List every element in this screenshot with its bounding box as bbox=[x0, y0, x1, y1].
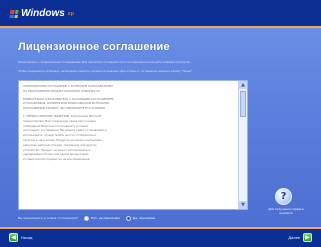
agreement-question: Вы принимаете условия соглашения? bbox=[18, 216, 78, 220]
back-arrow-icon[interactable]: ◀ bbox=[9, 233, 18, 242]
help-text: Для получения справки нажмите bbox=[268, 207, 304, 215]
page-description-2: Чтобы продолжить установку, необходимо п… bbox=[18, 70, 193, 73]
next-arrow-icon[interactable]: ▶ bbox=[303, 233, 312, 242]
brand-suffix: xp bbox=[67, 10, 74, 17]
bottom-bar bbox=[0, 229, 321, 247]
back-button[interactable]: ◀ Назад bbox=[9, 233, 33, 242]
help-icon[interactable]: ? bbox=[275, 188, 292, 205]
decline-radio[interactable]: Нет, не принимаю bbox=[83, 215, 120, 221]
scroll-up-arrow-icon[interactable]: ▲ bbox=[239, 81, 247, 89]
eula-line: Условия распространяются на все обновлен… bbox=[23, 157, 91, 162]
top-bar: Windows xp bbox=[0, 0, 321, 26]
windows-flag-icon bbox=[9, 9, 19, 18]
eula-scrollbar[interactable]: ▲ ▼ bbox=[238, 81, 247, 209]
windows-logo: Windows xp bbox=[9, 8, 74, 19]
accept-radio-button[interactable] bbox=[125, 215, 131, 221]
accept-label[interactable]: Да, принимаю bbox=[133, 216, 155, 220]
scroll-down-arrow-icon[interactable]: ▼ bbox=[239, 201, 247, 209]
page-title: Лицензионное соглашение bbox=[18, 41, 170, 53]
decline-radio-button[interactable] bbox=[83, 215, 89, 221]
eula-text: ЛИЦЕНЗИОННОЕ СОГЛАШЕНИЕ С КОНЕЧНЫМ ПОЛЬЗ… bbox=[23, 84, 235, 162]
setup-screen: Windows xp Лицензионное соглашение Ознак… bbox=[0, 0, 321, 247]
brand-name: Windows bbox=[21, 8, 65, 19]
accept-radio[interactable]: Да, принимаю bbox=[125, 215, 155, 221]
agreement-row: Вы принимаете условия соглашения? Нет, н… bbox=[18, 214, 155, 222]
eula-textbox[interactable]: ЛИЦЕНЗИОННОЕ СОГЛАШЕНИЕ С КОНЕЧНЫМ ПОЛЬЗ… bbox=[18, 80, 248, 210]
decline-label[interactable]: Нет, не принимаю bbox=[91, 216, 120, 220]
page-description-1: Ознакомьтесь с лицензионным соглашением.… bbox=[18, 61, 191, 64]
next-label[interactable]: Далее bbox=[288, 236, 300, 240]
main-panel: Лицензионное соглашение Ознакомьтесь с л… bbox=[0, 28, 321, 227]
scroll-thumb[interactable] bbox=[240, 91, 246, 117]
next-button[interactable]: Далее ▶ bbox=[288, 233, 312, 242]
back-label[interactable]: Назад bbox=[21, 236, 33, 240]
